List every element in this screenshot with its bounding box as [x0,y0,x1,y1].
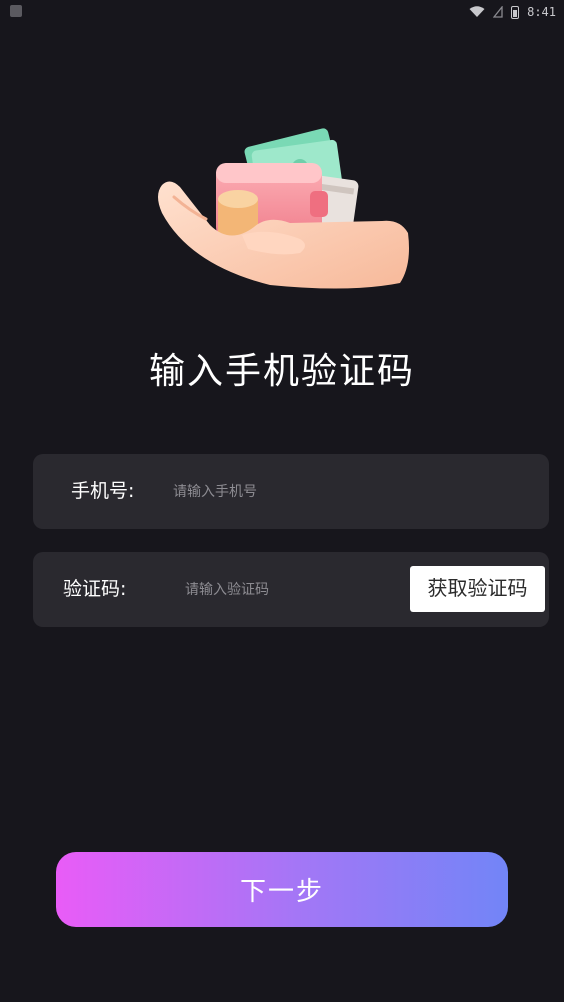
wifi-icon [469,6,485,17]
phone-field: 手机号: [33,454,549,529]
code-label: 验证码: [63,578,127,600]
status-icons: 8:41 [469,3,556,21]
verify-phone-screen: 8:41 输入手机验证码 手机号: 请输入手机号 验证码: 请输入验证码 获取验… [0,0,564,1002]
phone-label: 手机号: [71,480,135,502]
code-input[interactable] [185,552,400,627]
status-bar: 8:41 [0,0,564,24]
next-button[interactable]: 下一步 [56,852,508,927]
get-code-button[interactable]: 获取验证码 [410,566,545,612]
status-time: 8:41 [527,5,556,19]
page-title: 输入手机验证码 [148,351,415,392]
notification-icon [10,5,22,17]
battery-icon [511,5,520,19]
code-field: 验证码: 获取验证码 [33,552,549,627]
phone-input[interactable] [173,454,513,529]
signal-icon [493,6,503,18]
hand-wallet-illustration [158,128,409,289]
